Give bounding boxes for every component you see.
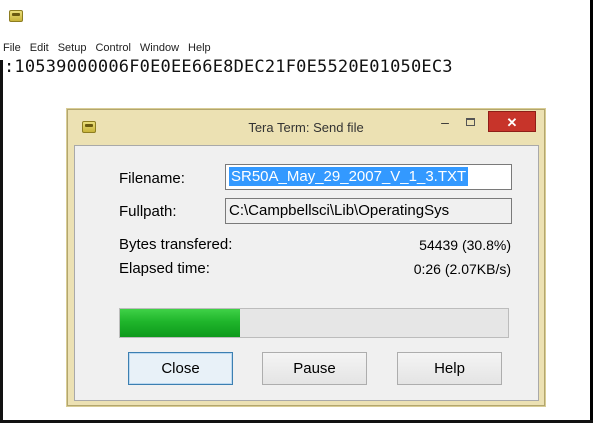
send-file-dialog: Tera Term: Send file – ✕ Filename: SR50A… — [67, 109, 545, 406]
menu-control[interactable]: Control — [95, 40, 130, 58]
menu-edit[interactable]: Edit — [30, 40, 49, 58]
fullpath-field[interactable]: C:\Campbellsci\Lib\OperatingSys — [225, 198, 512, 224]
close-button[interactable]: Close — [128, 352, 233, 385]
elapsed-time-value: 0:26 (2.07KB/s) — [413, 261, 511, 277]
progress-bar — [119, 308, 509, 338]
filename-field[interactable]: SR50A_May_29_2007_V_1_3.TXT — [225, 164, 512, 190]
menu-help[interactable]: Help — [188, 40, 211, 58]
menu-bar: File Edit Setup Control Window Help — [0, 40, 590, 58]
menu-file[interactable]: File — [3, 40, 21, 58]
window-left-border — [0, 60, 3, 423]
tera-term-icon[interactable] — [9, 10, 23, 22]
progress-bar-fill — [120, 309, 240, 337]
fullpath-value: C:\Campbellsci\Lib\OperatingSys — [229, 202, 450, 219]
minimize-button[interactable]: – — [432, 114, 458, 132]
fullpath-label: Fullpath: — [119, 203, 177, 220]
terminal-output-line: :10539000006F0E0EE66E8DEC21F0E5520E01050… — [4, 57, 453, 77]
elapsed-time-label: Elapsed time: — [119, 260, 210, 277]
bytes-transfered-label: Bytes transfered: — [119, 236, 233, 253]
main-titlebar[interactable] — [0, 0, 590, 36]
pause-button[interactable]: Pause — [262, 352, 367, 385]
menu-setup[interactable]: Setup — [58, 40, 87, 58]
bytes-transfered-value: 54439 (30.8%) — [419, 237, 511, 253]
dialog-titlebar[interactable]: Tera Term: Send file – ✕ — [68, 110, 544, 145]
maximize-button[interactable] — [458, 114, 484, 132]
filename-label: Filename: — [119, 170, 185, 187]
menu-window[interactable]: Window — [140, 40, 179, 58]
dialog-content: Filename: SR50A_May_29_2007_V_1_3.TXT Fu… — [74, 145, 539, 401]
close-window-button[interactable]: ✕ — [488, 111, 536, 132]
filename-value: SR50A_May_29_2007_V_1_3.TXT — [229, 167, 469, 186]
help-button[interactable]: Help — [397, 352, 502, 385]
